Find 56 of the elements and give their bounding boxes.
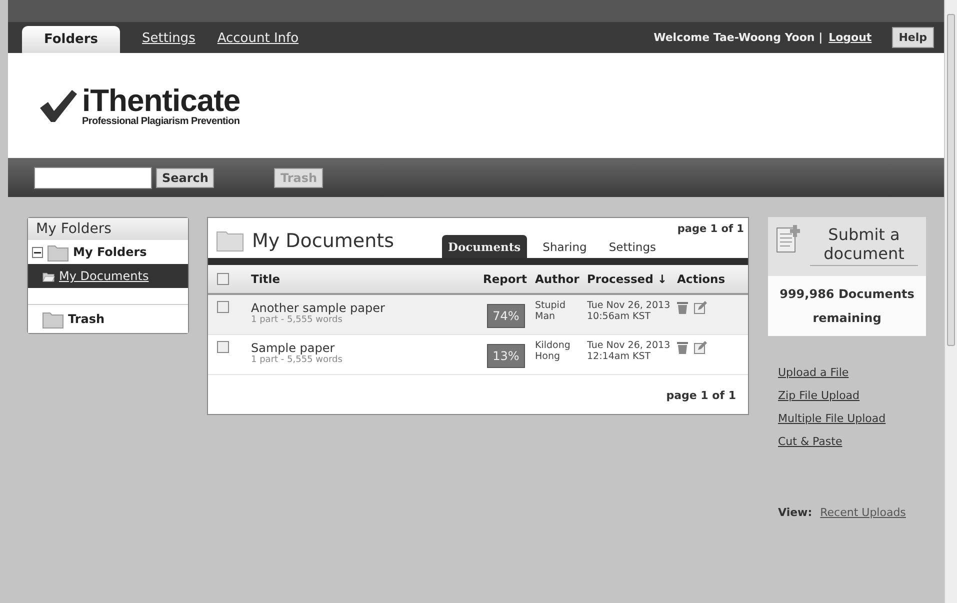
nav-tab[interactable]: Folders [22, 26, 120, 53]
upload-link[interactable]: Upload a File [778, 366, 916, 379]
column-header: Report [483, 272, 527, 286]
panel-title: My Folders [28, 218, 188, 240]
search-button[interactable]: Search [156, 168, 214, 188]
column-header: Author [535, 272, 580, 286]
upload-link[interactable]: Multiple File Upload [778, 412, 916, 425]
documents-tab[interactable]: Sharing [536, 235, 593, 258]
documents-tab[interactable]: Documents [442, 235, 527, 258]
edit-icon[interactable] [694, 341, 707, 354]
similarity-report[interactable]: 74% [486, 304, 526, 328]
page-indicator: page 1 of 1 [666, 389, 736, 402]
column-header: Actions [677, 272, 726, 286]
folder-link[interactable]: My Documents [59, 269, 149, 283]
submit-title: Submit a document [810, 225, 918, 266]
trash-icon[interactable] [677, 341, 688, 354]
upload-link[interactable]: Cut & Paste [778, 435, 916, 448]
logo-tagline: Professional Plagiarism Prevention [82, 116, 240, 126]
logo-name: iThenticate [82, 84, 240, 116]
recent-uploads-link[interactable]: Recent Uploads [820, 506, 906, 519]
document-meta: 1 part - 5,555 words [251, 355, 344, 365]
document-meta: 1 part - 5,555 words [251, 315, 344, 325]
author-text: Stupid Man [535, 301, 566, 323]
page-indicator: page 1 of 1 [677, 223, 744, 235]
view-label: View: [778, 506, 812, 519]
upload-link[interactable]: Zip File Upload [778, 389, 916, 402]
documents-title: My Documents [252, 230, 394, 252]
search-field[interactable] [34, 166, 152, 188]
document-title[interactable]: Sample paper [251, 341, 477, 355]
documents-tab[interactable]: Settings [602, 235, 662, 258]
similarity-report[interactable]: 13% [486, 344, 526, 368]
processed-date: Tue Nov 26, 2013 10:56am KST [587, 301, 671, 323]
collapse-icon[interactable] [32, 246, 43, 258]
nav-tab[interactable]: Settings [142, 31, 196, 53]
checkmark-icon [38, 88, 78, 124]
documents-remaining: 999,986 Documents remaining [768, 276, 926, 336]
folder-label[interactable]: My Folders [73, 245, 147, 259]
welcome-text: Welcome Tae-Woong Yoon | [654, 31, 823, 44]
author-text: Kildong Hong [535, 341, 572, 363]
trash-icon[interactable] [677, 301, 688, 314]
folder-item[interactable]: My Documents [28, 264, 188, 288]
folder-icon [42, 270, 55, 282]
column-header: Processed ↓ [587, 272, 667, 286]
column-header: Title [251, 272, 280, 286]
help-button[interactable]: Help [892, 27, 934, 48]
add-document-icon [776, 225, 800, 253]
nav-tab[interactable]: Account Info [217, 31, 299, 53]
folder-label[interactable]: Trash [68, 312, 105, 326]
select-all-checkbox[interactable] [217, 273, 229, 285]
processed-date: Tue Nov 26, 2013 12:14am KST [587, 341, 671, 363]
row-checkbox[interactable] [217, 301, 229, 313]
logout-link[interactable]: Logout [828, 31, 872, 44]
edit-icon[interactable] [694, 301, 707, 314]
scrollbar[interactable] [944, 0, 957, 603]
document-title[interactable]: Another sample paper [251, 301, 477, 315]
row-checkbox[interactable] [217, 341, 229, 353]
